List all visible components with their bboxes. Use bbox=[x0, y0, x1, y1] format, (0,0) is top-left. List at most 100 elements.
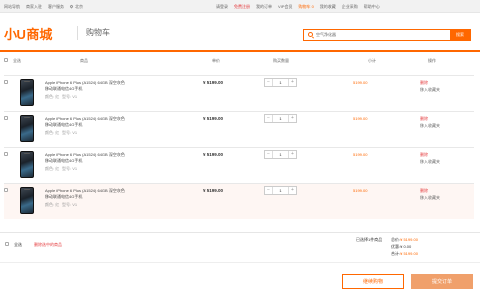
row-checkbox[interactable] bbox=[4, 116, 8, 120]
product-name-line2[interactable]: 移动联通电信4G手机 bbox=[45, 122, 82, 128]
quantity-value[interactable]: 1 bbox=[273, 79, 288, 86]
discount-line: 优惠:¥ 0.00 bbox=[391, 244, 411, 250]
top-bar-left: 网站导航 商家入驻 客户服务 北京 bbox=[4, 0, 89, 13]
quantity-stepper: −1 + bbox=[264, 78, 297, 87]
product-name-line2[interactable]: 移动联通电信4G手机 bbox=[45, 86, 82, 92]
footer-select-all-label: 全选 bbox=[14, 242, 22, 247]
delete-item-link[interactable]: 删除 bbox=[420, 116, 428, 122]
quantity-increase-button[interactable]: + bbox=[288, 187, 296, 194]
top-link-3[interactable]: VIP会员 bbox=[278, 4, 292, 10]
product-model: 型号: V1 bbox=[62, 202, 78, 207]
selected-count: 已选择1件商品 bbox=[356, 237, 383, 242]
total-label: 总价: bbox=[391, 237, 401, 242]
top-link-7[interactable]: 帮助中心 bbox=[364, 4, 380, 10]
move-to-favorites-link[interactable]: 移入收藏夹 bbox=[420, 87, 440, 93]
site-nav-link[interactable]: 网站导航 bbox=[4, 4, 20, 10]
summary-bar: 全选 删除选中的商品 已选择1件商品 总价:¥ 5199.00 优惠:¥ 0.0… bbox=[0, 232, 480, 262]
table-row: Apple iPhone 6 Plus (A1524) 64GB 深空灰色 移动联… bbox=[4, 111, 474, 147]
product-color: 颜色: 红 bbox=[45, 202, 60, 207]
delete-item-link[interactable]: 删除 bbox=[420, 80, 428, 86]
delete-item-link[interactable]: 删除 bbox=[420, 188, 428, 194]
top-bar-right: 请登录 免费注册 我的订单 VIP会员 购物车 0 我的收藏 企业采购 帮助中心 bbox=[216, 0, 386, 13]
quantity-increase-button[interactable]: + bbox=[288, 151, 296, 158]
product-thumbnail[interactable] bbox=[20, 115, 34, 142]
table-row: Apple iPhone 6 Plus (A1524) 64GB 深空灰色 移动联… bbox=[4, 147, 474, 183]
top-link-6[interactable]: 企业采购 bbox=[342, 4, 358, 10]
top-bar: 网站导航 商家入驻 客户服务 北京 请登录 免费注册 我的订单 VIP会员 购物车 0 我… bbox=[0, 0, 480, 13]
table-row: Apple iPhone 6 Plus (A1524) 64GB 深空灰色 移动联… bbox=[4, 183, 474, 219]
header: 小U 商城 购物车 搜索 bbox=[0, 13, 480, 52]
location-selector[interactable]: 北京 bbox=[69, 3, 83, 10]
top-link-5[interactable]: 我的收藏 bbox=[320, 4, 336, 10]
product-name-line2[interactable]: 移动联通电信4G手机 bbox=[45, 158, 82, 164]
location-label: 北京 bbox=[75, 3, 83, 9]
quantity-stepper: −1 + bbox=[264, 186, 297, 195]
search-bar: 搜索 bbox=[303, 29, 471, 41]
unit-price: ¥ 5199.00 bbox=[203, 116, 224, 121]
product-name-line2[interactable]: 移动联通电信4G手机 bbox=[45, 194, 82, 200]
row-subtotal: 5199.00 bbox=[353, 80, 368, 85]
product-thumbnail[interactable] bbox=[20, 79, 34, 106]
header-price: 单价 bbox=[212, 58, 220, 63]
page-title: 购物车 bbox=[86, 28, 110, 37]
quantity-decrease-button[interactable]: − bbox=[265, 151, 273, 158]
continue-shopping-button[interactable]: 继续购物 bbox=[342, 274, 404, 289]
row-subtotal: 5199.00 bbox=[353, 116, 368, 121]
submit-order-button[interactable]: 提交订单 bbox=[411, 274, 473, 289]
logo-mark: 小U bbox=[4, 26, 26, 42]
top-link-4[interactable]: 购物车 0 bbox=[298, 4, 313, 10]
header-quantity: 购买数量 bbox=[273, 58, 289, 63]
quantity-decrease-button[interactable]: − bbox=[265, 187, 273, 194]
move-to-favorites-link[interactable]: 移入收藏夹 bbox=[420, 159, 440, 165]
unit-price: ¥ 5199.00 bbox=[203, 80, 224, 85]
quantity-decrease-button[interactable]: − bbox=[265, 79, 273, 86]
product-color: 颜色: 红 bbox=[45, 94, 60, 99]
select-all-checkbox[interactable] bbox=[4, 58, 8, 62]
top-link-0[interactable]: 请登录 bbox=[216, 4, 228, 10]
row-subtotal: 5199.00 bbox=[353, 152, 368, 157]
top-link-1[interactable]: 免费注册 bbox=[234, 4, 250, 10]
header-subtotal: 小计 bbox=[368, 58, 376, 63]
header-select-all: 全选 bbox=[13, 58, 21, 63]
merchant-link[interactable]: 商家入驻 bbox=[26, 4, 42, 10]
discount-value: ¥ 0.00 bbox=[400, 244, 412, 249]
search-button[interactable]: 搜索 bbox=[450, 30, 470, 40]
product-model: 型号: V1 bbox=[62, 130, 78, 135]
table-row: Apple iPhone 6 Plus (A1524) 64GB 深空灰色 移动联… bbox=[4, 75, 474, 111]
payable-value: ¥ 5199.00 bbox=[400, 251, 418, 256]
site-logo[interactable]: 小U 商城 bbox=[4, 25, 53, 42]
quantity-value[interactable]: 1 bbox=[273, 187, 288, 194]
product-thumbnail[interactable] bbox=[20, 151, 34, 178]
logo-divider bbox=[77, 26, 78, 40]
search-icon bbox=[308, 32, 313, 37]
product-thumbnail[interactable] bbox=[20, 187, 34, 214]
quantity-stepper: −1 + bbox=[264, 150, 297, 159]
table-header: 全选 商品 单价 购买数量 小计 操作 bbox=[4, 55, 474, 67]
footer-select-all-checkbox[interactable] bbox=[5, 242, 9, 246]
quantity-stepper: −1 + bbox=[264, 114, 297, 123]
delete-selected-link[interactable]: 删除选中的商品 bbox=[34, 242, 62, 248]
row-subtotal: 5199.00 bbox=[353, 188, 368, 193]
logo-text: 商城 bbox=[26, 26, 53, 42]
product-color: 颜色: 红 bbox=[45, 166, 60, 171]
move-to-favorites-link[interactable]: 移入收藏夹 bbox=[420, 123, 440, 129]
product-color: 颜色: 红 bbox=[45, 130, 60, 135]
customer-service-link[interactable]: 客户服务 bbox=[48, 4, 64, 10]
quantity-increase-button[interactable]: + bbox=[288, 115, 296, 122]
payable-label: 合计: bbox=[391, 251, 401, 256]
quantity-increase-button[interactable]: + bbox=[288, 79, 296, 86]
quantity-decrease-button[interactable]: − bbox=[265, 115, 273, 122]
unit-price: ¥ 5199.00 bbox=[203, 152, 224, 157]
total-line: 总价:¥ 5199.00 bbox=[391, 237, 418, 243]
search-input[interactable] bbox=[316, 30, 441, 40]
quantity-value[interactable]: 1 bbox=[273, 115, 288, 122]
row-checkbox[interactable] bbox=[4, 80, 8, 84]
move-to-favorites-link[interactable]: 移入收藏夹 bbox=[420, 195, 440, 201]
quantity-value[interactable]: 1 bbox=[273, 151, 288, 158]
delete-item-link[interactable]: 删除 bbox=[420, 152, 428, 158]
row-checkbox[interactable] bbox=[4, 152, 8, 156]
top-link-2[interactable]: 我的订单 bbox=[256, 4, 272, 10]
row-checkbox[interactable] bbox=[4, 188, 8, 192]
product-model: 型号: V1 bbox=[62, 166, 78, 171]
product-model: 型号: V1 bbox=[62, 94, 78, 99]
